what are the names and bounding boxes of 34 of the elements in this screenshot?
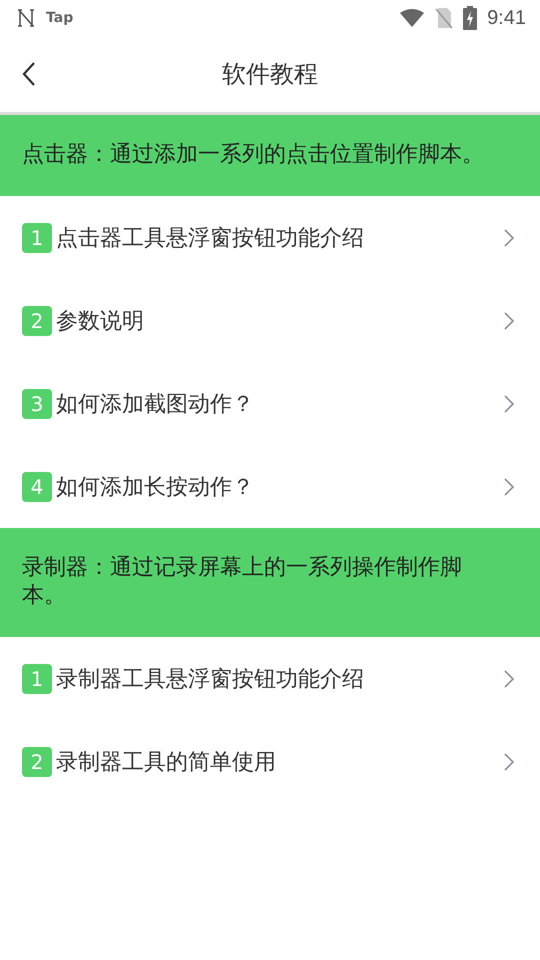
wifi-icon: [399, 8, 426, 28]
tutorial-list-item[interactable]: 1 点击器工具悬浮窗按钮功能介绍: [0, 196, 540, 279]
tutorial-list-item[interactable]: 2 参数说明: [0, 279, 540, 362]
tutorial-list-item[interactable]: 2 录制器工具的简单使用: [0, 720, 540, 803]
page-title: 软件教程: [222, 59, 318, 90]
section-header: 点击器：通过添加一系列的点击位置制作脚本。: [0, 115, 540, 196]
chevron-right-icon: [504, 312, 514, 330]
chevron-right-icon: [504, 478, 514, 496]
tutorial-list-item[interactable]: 3 如何添加截图动作？: [0, 362, 540, 445]
tutorial-title: 如何添加长按动作？: [56, 474, 255, 502]
tutorial-title: 录制器工具的简单使用: [56, 748, 277, 776]
chevron-right-icon: [504, 228, 514, 246]
tutorial-title: 如何添加截图动作？: [56, 390, 255, 418]
number-badge: 4: [22, 472, 52, 502]
tutorial-title: 参数说明: [56, 308, 145, 336]
battery-charging-icon: [463, 6, 478, 30]
section-header: 录制器：通过记录屏幕上的一系列操作制作脚本。: [0, 528, 540, 637]
tutorial-title: 点击器工具悬浮窗按钮功能介绍: [56, 224, 365, 252]
notification-label: Tap: [46, 10, 74, 26]
chevron-right-icon: [504, 394, 514, 412]
tutorial-list-item[interactable]: 1 录制器工具悬浮窗按钮功能介绍: [0, 637, 540, 720]
app-logo-icon: [16, 8, 36, 28]
no-sim-icon: [435, 7, 454, 29]
chevron-right-icon: [504, 670, 514, 688]
chevron-left-icon: [22, 61, 36, 87]
tutorial-list-item[interactable]: 4 如何添加长按动作？: [0, 445, 540, 528]
tutorial-title: 录制器工具悬浮窗按钮功能介绍: [56, 666, 365, 694]
number-badge: 2: [22, 746, 52, 776]
number-badge: 3: [22, 388, 52, 418]
number-badge: 1: [22, 222, 52, 252]
chevron-right-icon: [504, 752, 514, 770]
number-badge: 1: [22, 664, 52, 694]
number-badge: 2: [22, 306, 52, 336]
clock-time: 9:41: [487, 6, 526, 30]
